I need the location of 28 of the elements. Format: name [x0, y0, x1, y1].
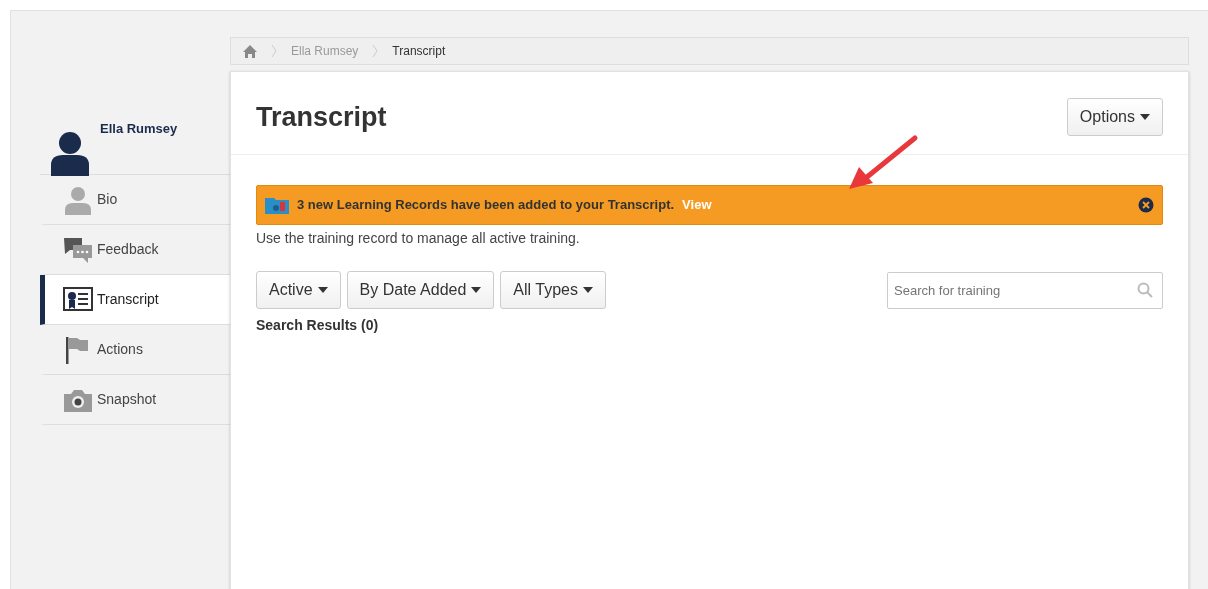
chevron-icon — [271, 44, 277, 58]
search-icon — [1137, 281, 1153, 298]
options-button[interactable]: Options — [1066, 98, 1163, 136]
search-field[interactable]: Search for training — [887, 271, 1163, 309]
results-count: Search Results (0) — [256, 316, 380, 335]
sidebar-item[interactable]: Actions — [40, 325, 230, 375]
breadcrumb-current: Transcript — [392, 43, 446, 60]
caret-icon — [582, 287, 593, 293]
page-title: Transcript — [256, 100, 387, 134]
sidebar-item[interactable]: Bio — [40, 175, 230, 225]
profile-name: Ella Rumsey — [100, 120, 178, 138]
close-icon[interactable] — [1138, 197, 1154, 213]
folder-icon — [265, 196, 289, 214]
certificate-icon — [63, 286, 93, 313]
filter-dropdown[interactable]: By Date Added — [346, 271, 495, 309]
notification-message: 3 new Learning Records have been added to your Transcript. — [297, 196, 675, 215]
home-icon[interactable] — [243, 44, 257, 58]
chevron-icon — [372, 44, 379, 58]
sidebar-item[interactable]: Snapshot — [40, 375, 230, 425]
description-text: Use the training record to manage all active training. — [256, 229, 581, 248]
caret-icon — [471, 287, 482, 293]
filter-dropdown[interactable]: Active — [256, 271, 341, 309]
caret-icon — [1140, 114, 1150, 120]
person-icon — [63, 184, 93, 215]
avatar-icon — [50, 131, 90, 176]
filter-dropdown[interactable]: All Types — [500, 271, 606, 309]
caret-icon — [317, 287, 328, 293]
sidebar-item[interactable]: Transcript — [40, 275, 230, 325]
